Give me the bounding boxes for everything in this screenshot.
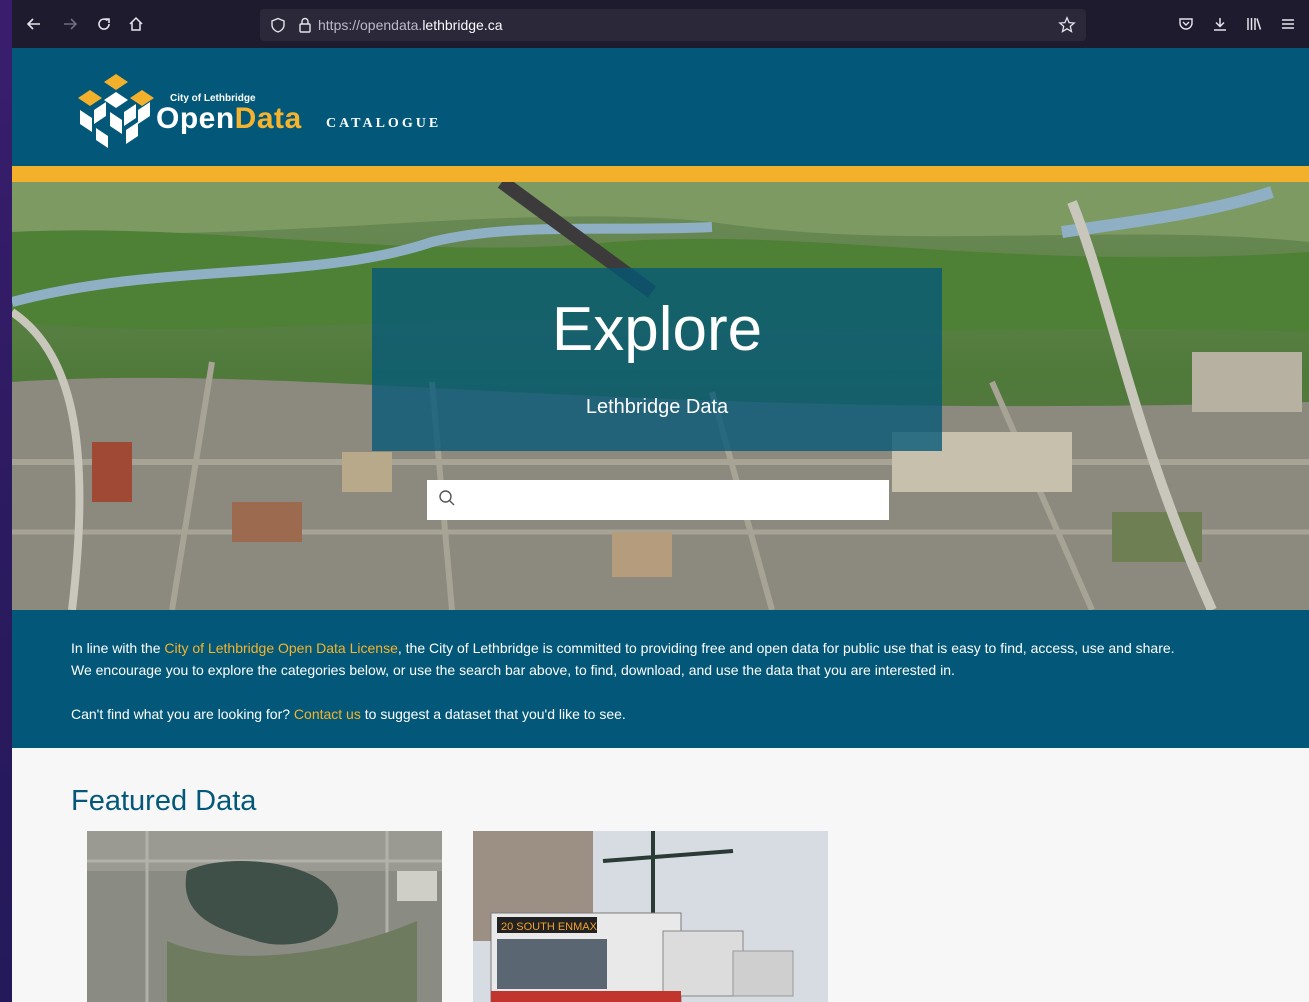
aerial-lake-photo [87,831,442,1002]
logo-catalogue: CATALOGUE [326,116,442,131]
intro-paragraph-1: In line with the City of Lethbridge Open… [71,640,1175,656]
pocket-icon[interactable] [1172,10,1200,38]
intro-section: In line with the City of Lethbridge Open… [12,610,1309,748]
hero-subtitle: Lethbridge Data [585,396,729,418]
featured-card-transit[interactable]: 20 SOUTH ENMAX [473,831,828,1002]
browser-toolbar: https://opendata.lethbridge.ca [12,0,1309,48]
intro-paragraph-3: Can't find what you are looking for? Con… [71,706,626,722]
search-input[interactable] [467,486,881,516]
open-data-license-link[interactable]: City of Lethbridge Open Data License [164,640,397,656]
accent-stripe [12,166,1309,182]
site-header: City of Lethbridge OpenData CATALOGUE [12,48,1309,166]
forward-arrow-icon[interactable] [56,10,84,38]
address-bar[interactable]: https://opendata.lethbridge.ca [260,9,1086,41]
shield-icon[interactable] [270,17,286,33]
home-icon[interactable] [122,10,150,38]
hero-banner: Explore Lethbridge Data [12,182,1309,610]
search-box[interactable] [427,480,889,520]
hero-title: Explore [551,295,763,364]
open-data-logo-icon [78,74,154,148]
library-icon[interactable] [1240,10,1268,38]
back-arrow-icon[interactable] [20,10,48,38]
featured-data-heading: Featured Data [71,785,257,817]
star-icon[interactable] [1058,16,1076,34]
reload-icon[interactable] [90,10,118,38]
hero-title-box: Explore Lethbridge Data [372,268,942,451]
download-icon[interactable] [1206,10,1234,38]
bus-destination-sign: 20 SOUTH ENMAX [501,921,598,933]
webpage: City of Lethbridge OpenData CATALOGUE Ex… [12,48,1309,1002]
lock-icon[interactable] [298,17,312,33]
url-text: https://opendata.lethbridge.ca [318,17,503,33]
featured-card-aerial-park[interactable] [87,831,442,1002]
search-icon [439,490,455,506]
logo-open-data: OpenData [156,102,302,135]
contact-us-link[interactable]: Contact us [294,706,361,722]
transit-bus-photo: 20 SOUTH ENMAX [473,831,828,1002]
menu-icon[interactable] [1274,10,1302,38]
intro-paragraph-2: We encourage you to explore the categori… [71,662,955,678]
